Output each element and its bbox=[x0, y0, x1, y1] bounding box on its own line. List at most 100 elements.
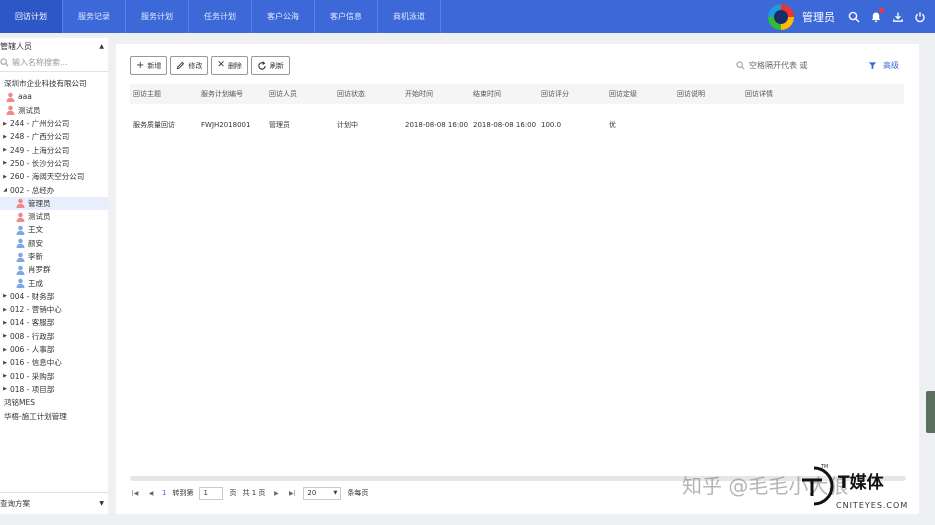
caret-right-icon[interactable]: ▶ bbox=[0, 307, 10, 313]
caret-down-icon[interactable]: ◢ bbox=[0, 187, 10, 193]
per-page-label: 条每页 bbox=[347, 489, 369, 497]
nav-tab-opportunity-lane[interactable]: 商机泳道 bbox=[378, 0, 441, 33]
tree-node[interactable]: ▶ 244 - 广州分公司 bbox=[0, 117, 108, 130]
tree-node[interactable]: 王成 bbox=[0, 276, 108, 289]
column-header[interactable]: 回访状态 bbox=[334, 89, 402, 99]
new-button[interactable]: + 新增 bbox=[130, 56, 168, 75]
tree-node[interactable]: 测试员 bbox=[0, 104, 108, 117]
caret-right-icon[interactable]: ▶ bbox=[0, 386, 10, 392]
table-row[interactable]: 服务质量回访 FWJH2018001 管理员 计划中 2018-08-08 16:00 2… bbox=[130, 110, 904, 140]
nav-tab-visit-plan[interactable]: 回访计划 bbox=[0, 0, 63, 33]
tree-node[interactable]: ▶ 248 - 广西分公司 bbox=[0, 130, 108, 143]
nav-tab-customer-pool[interactable]: 客户公海 bbox=[252, 0, 315, 33]
sidebar-search-input[interactable]: 输入名称搜索... bbox=[12, 57, 68, 68]
caret-right-icon[interactable]: ▶ bbox=[0, 320, 10, 326]
download-icon[interactable] bbox=[891, 10, 905, 24]
tree-node-label: 颜安 bbox=[28, 238, 43, 248]
tree-node[interactable]: ▶ 016 - 信息中心 bbox=[0, 356, 108, 369]
first-page-icon[interactable]: |◀ bbox=[130, 490, 140, 497]
caret-right-icon[interactable]: ▶ bbox=[0, 373, 10, 379]
caret-right-icon[interactable]: ▶ bbox=[0, 174, 10, 180]
column-header[interactable]: 结束时间 bbox=[470, 89, 538, 99]
page-size-select[interactable]: 20 ▼ bbox=[303, 486, 342, 500]
search-field[interactable]: 空格隔开代表 或 bbox=[736, 60, 808, 71]
tree-node[interactable]: ▶ 004 - 财务部 bbox=[0, 290, 108, 303]
close-icon: ✕ bbox=[217, 60, 225, 70]
tree-node[interactable]: ▶ 008 - 行政部 bbox=[0, 330, 108, 343]
advanced-filter-button[interactable]: 高级 bbox=[868, 60, 899, 71]
next-page-icon[interactable]: ▶ bbox=[271, 490, 281, 497]
caret-right-icon[interactable]: ▶ bbox=[0, 293, 10, 299]
last-page-icon[interactable]: ▶| bbox=[287, 490, 297, 497]
tree-node-label: 深圳市企业科技有限公司 bbox=[4, 79, 87, 89]
column-header[interactable]: 回访说明 bbox=[674, 89, 742, 99]
column-header[interactable]: 回访评分 bbox=[538, 89, 606, 99]
tree-node[interactable]: 肖罗群 bbox=[0, 263, 108, 276]
sidebar-search[interactable]: 输入名称搜索... bbox=[0, 54, 108, 72]
company-logo-icon bbox=[768, 3, 794, 30]
tree-node[interactable]: ▶ 014 - 客服部 bbox=[0, 316, 108, 329]
current-page-number[interactable]: 1 bbox=[162, 489, 166, 497]
tree-node[interactable]: ▶ 018 - 项目部 bbox=[0, 383, 108, 396]
user-name[interactable]: 管理员 bbox=[802, 9, 835, 25]
search-icon[interactable] bbox=[847, 10, 861, 24]
page-input[interactable]: 1 bbox=[199, 486, 224, 500]
tree-node[interactable]: ▶ 012 - 营销中心 bbox=[0, 303, 108, 316]
person-icon bbox=[16, 212, 25, 222]
notification-bell-icon[interactable] bbox=[869, 7, 884, 24]
column-header[interactable]: 回访人员 bbox=[266, 89, 334, 99]
tree-node[interactable]: 测试员 bbox=[0, 210, 108, 223]
brand-mark-icon bbox=[802, 466, 834, 506]
query-scheme-select[interactable]: 查询方案 ▼ bbox=[0, 492, 108, 514]
caret-right-icon[interactable]: ▶ bbox=[0, 160, 10, 166]
tree-node[interactable]: 管理员 bbox=[0, 196, 108, 210]
caret-right-icon[interactable]: ▶ bbox=[0, 121, 10, 127]
delete-button-label: 删除 bbox=[227, 61, 242, 70]
caret-right-icon[interactable]: ▶ bbox=[0, 134, 10, 140]
tree-node[interactable]: ▶ 006 - 人事部 bbox=[0, 343, 108, 356]
person-icon bbox=[6, 92, 15, 102]
edit-button[interactable]: 修改 bbox=[170, 56, 209, 75]
nav-tab-service-record[interactable]: 服务记录 bbox=[63, 0, 126, 33]
tree-node[interactable]: ▶ 260 - 海阔天空分公司 bbox=[0, 170, 108, 183]
tree-node[interactable]: 华梧-施工计划管理 bbox=[0, 409, 108, 422]
prev-page-icon[interactable]: ◀ bbox=[146, 490, 156, 497]
column-header[interactable]: 回访定级 bbox=[606, 89, 674, 99]
nav-tab-service-plan[interactable]: 服务计划 bbox=[126, 0, 189, 33]
column-header[interactable]: 回访主题 bbox=[130, 89, 198, 99]
caret-right-icon[interactable]: ▶ bbox=[0, 347, 10, 353]
brand-watermark: TM T媒体 CNITEYES.COM bbox=[800, 460, 935, 520]
tree-node[interactable]: 鸿铭MES bbox=[0, 396, 108, 409]
table-cell: 管理员 bbox=[269, 121, 290, 129]
total-pages-label: 共 1 页 bbox=[242, 489, 266, 497]
nav-tab-task-plan[interactable]: 任务计划 bbox=[189, 0, 252, 33]
tree-node[interactable]: ▶ 250 - 长沙分公司 bbox=[0, 157, 108, 170]
caret-right-icon[interactable]: ▶ bbox=[0, 333, 10, 339]
column-header[interactable]: 开始时间 bbox=[402, 89, 470, 99]
nav-tab-customer-info[interactable]: 客户信息 bbox=[315, 0, 378, 33]
tree-node[interactable]: 颜安 bbox=[0, 237, 108, 250]
person-icon bbox=[16, 278, 25, 289]
power-icon[interactable] bbox=[913, 10, 927, 24]
tree-node[interactable]: aaa bbox=[0, 90, 108, 103]
tree-node[interactable]: 深圳市企业科技有限公司 bbox=[0, 77, 108, 90]
tree-node[interactable]: ▶ 249 - 上海分公司 bbox=[0, 143, 108, 156]
tree-node[interactable]: ▶ 010 - 采购部 bbox=[0, 370, 108, 383]
new-button-label: 新增 bbox=[147, 61, 162, 70]
tree-node[interactable]: 李新 bbox=[0, 250, 108, 263]
delete-button[interactable]: ✕ 删除 bbox=[211, 56, 248, 75]
search-input[interactable]: 空格隔开代表 或 bbox=[749, 60, 808, 71]
caret-right-icon[interactable]: ▶ bbox=[0, 360, 10, 366]
collapse-up-icon[interactable]: ▲ bbox=[99, 43, 104, 50]
tree-node-label: 测试员 bbox=[28, 212, 51, 222]
tree-node[interactable]: 王文 bbox=[0, 223, 108, 236]
caret-right-icon[interactable]: ▶ bbox=[0, 147, 10, 153]
column-header[interactable]: 回访详情 bbox=[742, 89, 810, 99]
notification-badge bbox=[879, 7, 884, 13]
tree-node-label: 鸿铭MES bbox=[4, 398, 35, 408]
column-header[interactable]: 服务计划编号 bbox=[198, 89, 266, 99]
refresh-button[interactable]: 刷新 bbox=[250, 56, 290, 75]
sidebar-title: 管辖人员 bbox=[0, 41, 32, 51]
side-panel-handle[interactable] bbox=[926, 391, 935, 433]
tree-node[interactable]: ◢ 002 - 总经办 bbox=[0, 183, 108, 196]
